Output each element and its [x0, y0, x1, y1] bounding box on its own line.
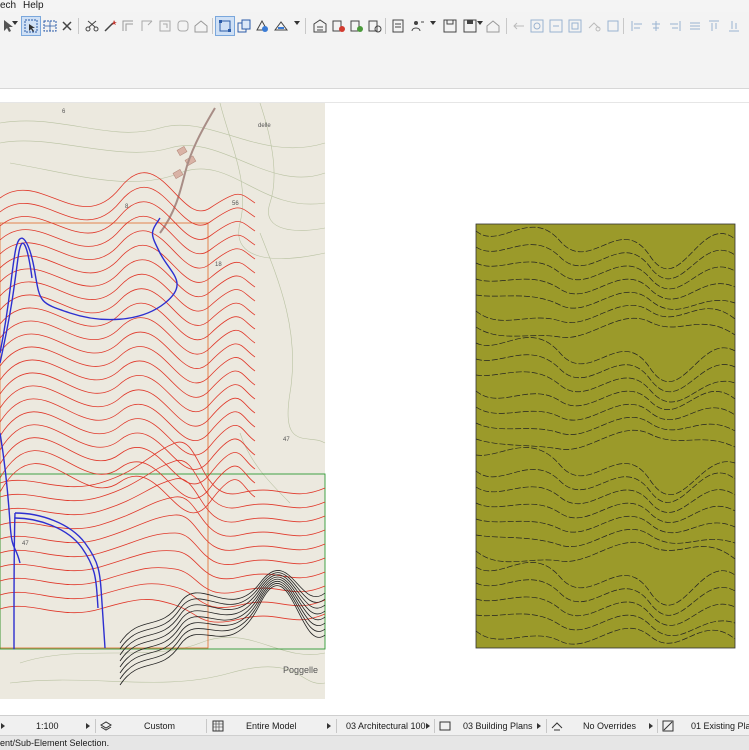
- menu-item-help[interactable]: Help: [23, 0, 44, 12]
- layers-icon[interactable]: [100, 720, 112, 732]
- save-icon[interactable]: [460, 16, 480, 36]
- map-label-47b: 47: [22, 541, 29, 547]
- fit-window-icon[interactable]: [565, 16, 585, 36]
- chevron-down-icon[interactable]: [430, 21, 436, 25]
- home-icon[interactable]: [483, 16, 503, 36]
- plan-icon[interactable]: [439, 720, 451, 732]
- chevron-down-icon[interactable]: [12, 21, 18, 25]
- terrain-surface: [475, 223, 736, 649]
- status-hint-text: ent/Sub-Element Selection.: [0, 738, 110, 748]
- building-icon[interactable]: [310, 16, 330, 36]
- zoom-out-icon[interactable]: [546, 16, 566, 36]
- menu-item-tech[interactable]: ech: [0, 0, 16, 12]
- plan-set-value[interactable]: 03 Building Plans: [463, 716, 533, 736]
- split-icon[interactable]: [137, 16, 157, 36]
- overrides-value[interactable]: No Overrides: [583, 716, 636, 736]
- canvas-drawing: Poggelle delle 56 47 8 6 18 47: [0, 102, 736, 699]
- map-label-delle: delle: [258, 123, 271, 129]
- toolbar-divider: [212, 18, 213, 34]
- arrow-right-icon[interactable]: [86, 723, 90, 729]
- toolbar-divider: [385, 18, 386, 34]
- align-center-icon[interactable]: [646, 16, 666, 36]
- orbit-icon[interactable]: [584, 16, 604, 36]
- menu-bar: ech Help: [0, 0, 749, 12]
- magic-wand-icon[interactable]: [100, 16, 120, 36]
- map-label-18: 18: [215, 262, 222, 268]
- canvas-tab-strip: [0, 89, 749, 103]
- scissors-icon[interactable]: [82, 16, 102, 36]
- toolbar-divider: [78, 18, 79, 34]
- chevron-down-icon[interactable]: [294, 21, 300, 25]
- align-left-icon[interactable]: [627, 16, 647, 36]
- arrow-select-icon[interactable]: [21, 16, 41, 36]
- arrow-right-icon[interactable]: [426, 723, 430, 729]
- scale-value[interactable]: 1:100: [36, 716, 59, 736]
- detail-icon[interactable]: [364, 16, 384, 36]
- arrow-right-icon[interactable]: [649, 723, 653, 729]
- map-image: [0, 103, 325, 699]
- copy-elements-icon[interactable]: [234, 16, 254, 36]
- select-element-icon[interactable]: [215, 16, 235, 36]
- pattern-icon[interactable]: [212, 720, 224, 732]
- arrow-right-icon[interactable]: [1, 723, 5, 729]
- map-label-47: 47: [283, 437, 290, 443]
- status-divider: [95, 719, 96, 733]
- status-divider: [546, 719, 547, 733]
- zoom-in-icon[interactable]: [527, 16, 547, 36]
- toolbar-divider: [305, 18, 306, 34]
- merge-icon[interactable]: [155, 16, 175, 36]
- mirror-icon[interactable]: [271, 16, 291, 36]
- save-layout-icon[interactable]: [440, 16, 460, 36]
- cancel-selection-icon[interactable]: [57, 16, 77, 36]
- status-hint-bar: ent/Sub-Element Selection.: [0, 735, 749, 750]
- toolbar-area: [0, 40, 749, 89]
- drawing-canvas[interactable]: Poggelle delle 56 47 8 6 18 47: [0, 102, 749, 707]
- toolbar-divider: [623, 18, 624, 34]
- document-icon[interactable]: [388, 16, 408, 36]
- map-label-poggelle: Poggelle: [283, 665, 318, 675]
- override-icon[interactable]: [551, 720, 563, 732]
- align-bottom-icon[interactable]: [724, 16, 744, 36]
- main-toolbar: [0, 12, 749, 40]
- arrow-right-icon[interactable]: [537, 723, 541, 729]
- renovation-icon[interactable]: [662, 720, 674, 732]
- align-top-icon[interactable]: [704, 16, 724, 36]
- pan-icon[interactable]: [603, 16, 623, 36]
- home-outline-icon[interactable]: [191, 16, 211, 36]
- status-divider: [206, 719, 207, 733]
- model-view-value[interactable]: Entire Model: [246, 716, 297, 736]
- status-divider: [657, 719, 658, 733]
- view-settings-bar: 1:100 Custom Entire Model 03 Architectur…: [0, 715, 749, 736]
- status-divider: [434, 719, 435, 733]
- section-icon[interactable]: [328, 16, 348, 36]
- status-divider: [336, 719, 337, 733]
- layer-combination-value[interactable]: 03 Architectural 100: [346, 716, 426, 736]
- align-right-icon[interactable]: [665, 16, 685, 36]
- offset-icon[interactable]: [118, 16, 138, 36]
- pointer-icon[interactable]: [0, 16, 18, 36]
- pen-set-value[interactable]: Custom: [144, 716, 175, 736]
- arrow-right-icon[interactable]: [327, 723, 331, 729]
- elevation-icon[interactable]: [346, 16, 366, 36]
- renovation-filter-value[interactable]: 01 Existing Plan: [691, 716, 749, 736]
- distribute-icon[interactable]: [685, 16, 705, 36]
- people-icon[interactable]: [408, 16, 428, 36]
- toolbar-divider: [506, 18, 507, 34]
- fillet-icon[interactable]: [173, 16, 193, 36]
- view-back-icon[interactable]: [509, 16, 529, 36]
- rotate-icon[interactable]: [252, 16, 272, 36]
- map-label-56: 56: [232, 201, 239, 207]
